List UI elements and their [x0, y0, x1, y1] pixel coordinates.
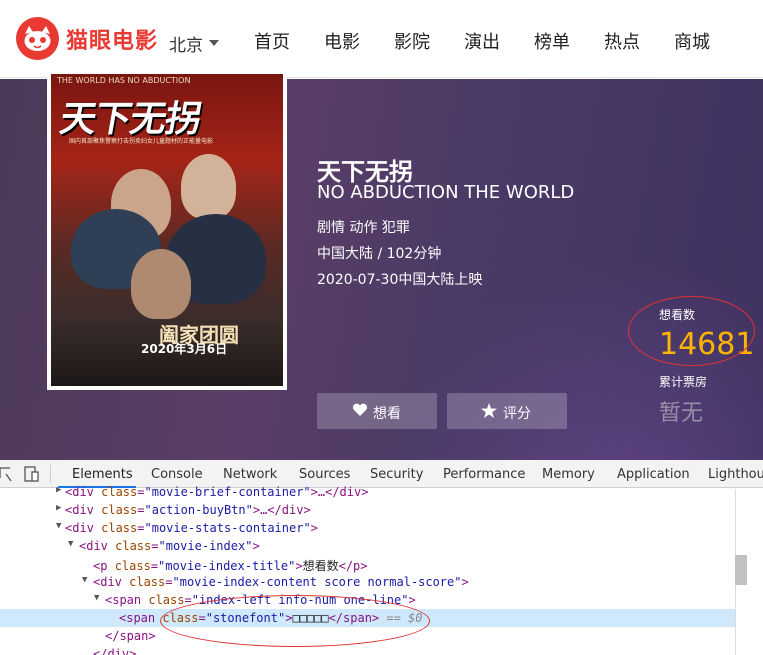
nav-hot[interactable]: 热点 — [604, 28, 640, 54]
poster-figure — [181, 154, 236, 219]
tab-console[interactable]: Console — [151, 467, 203, 482]
rate-button[interactable]: 评分 — [447, 393, 567, 429]
tab-sources[interactable]: Sources — [299, 467, 350, 482]
poster-image: THE WORLD HAS NO ABDUCTION 天下无拐 国内首部聚焦警察… — [51, 74, 283, 386]
want-count-label: 想看数 — [659, 308, 696, 322]
chevron-down-icon[interactable] — [209, 40, 219, 46]
dom-node[interactable]: ▼ <span class="index-left info-num one-l… — [0, 591, 735, 609]
collapse-arrow-icon[interactable]: ▼ — [56, 521, 61, 531]
dom-node[interactable]: </span> — [0, 627, 735, 645]
dom-node[interactable]: ▼ <div class="movie-index"> — [0, 537, 735, 555]
tab-memory[interactable]: Memory — [542, 467, 595, 482]
city-selector[interactable]: 北京 — [169, 31, 203, 56]
poster-date: 2020年3月6日 — [141, 342, 228, 356]
tab-network[interactable]: Network — [223, 467, 277, 482]
tab-lighthouse[interactable]: Lighthouse — [708, 467, 763, 482]
movie-genres: 剧情 动作 犯罪 — [317, 220, 410, 236]
devtools-panel: Elements Console Network Sources Securit… — [0, 460, 763, 655]
want-button[interactable]: 想看 — [317, 393, 437, 429]
poster-title: 天下无拐 — [56, 99, 205, 140]
inspect-icon[interactable] — [0, 466, 12, 482]
site-header: 猫眼电影 北京 首页 电影 影院 演出 榜单 热点 商城 — [0, 0, 763, 78]
dom-node[interactable]: ▼ <div class="movie-index-content score … — [0, 573, 735, 591]
dom-node[interactable]: ▼ <div class="movie-stats-container"> — [0, 519, 735, 537]
nav-rankings[interactable]: 榜单 — [534, 28, 570, 54]
heart-icon — [352, 403, 368, 416]
dom-node[interactable]: ▶ <div class="movie-brief-container">…</… — [0, 483, 735, 501]
poster-subtitle: 国内首部聚焦警察打击拐卖妇女儿童题材的正能量电影 — [69, 138, 214, 145]
want-button-label: 想看 — [373, 406, 401, 422]
divider — [50, 465, 51, 483]
want-count-value: 14681 — [659, 327, 755, 362]
device-toolbar-icon[interactable] — [24, 466, 40, 482]
movie-poster[interactable]: THE WORLD HAS NO ABDUCTION 天下无拐 国内首部聚焦警察… — [47, 70, 287, 390]
tab-elements[interactable]: Elements — [72, 467, 133, 482]
poster-top-text: THE WORLD HAS NO ABDUCTION — [57, 76, 191, 85]
dom-node-selected[interactable]: <span class="stonefont">□□□□□</span> == … — [0, 609, 735, 627]
scrollbar-thumb[interactable] — [735, 555, 747, 585]
collapse-arrow-icon[interactable]: ▼ — [94, 593, 99, 603]
nav-movies[interactable]: 电影 — [324, 28, 360, 54]
tab-security[interactable]: Security — [370, 467, 423, 482]
nav-home[interactable]: 首页 — [254, 28, 290, 54]
nav-shows[interactable]: 演出 — [464, 28, 500, 54]
dom-node[interactable]: ▶ <div class="action-buyBtn">…</div> — [0, 501, 735, 519]
expand-arrow-icon[interactable]: ▶ — [56, 503, 61, 513]
tab-performance[interactable]: Performance — [443, 467, 525, 482]
tab-application[interactable]: Application — [617, 467, 690, 482]
rate-button-label: 评分 — [503, 406, 531, 422]
star-icon — [481, 403, 497, 418]
movie-region-duration: 中国大陆 / 102分钟 — [317, 246, 442, 262]
dom-node[interactable]: </div> — [0, 645, 735, 655]
collapse-arrow-icon[interactable]: ▼ — [68, 539, 73, 549]
nav-mall[interactable]: 商城 — [674, 28, 710, 54]
movie-english-title: NO ABDUCTION THE WORLD — [317, 182, 575, 203]
brand-name[interactable]: 猫眼电影 — [66, 23, 158, 55]
collapse-arrow-icon[interactable]: ▼ — [82, 575, 87, 585]
maoyan-logo-icon[interactable] — [16, 17, 59, 60]
box-office-label: 累计票房 — [659, 375, 708, 389]
poster-figure — [131, 249, 191, 319]
expand-arrow-icon[interactable]: ▶ — [56, 485, 61, 495]
box-office-value: 暂无 — [659, 401, 704, 426]
nav-cinemas[interactable]: 影院 — [394, 28, 430, 54]
dom-node[interactable]: <p class="movie-index-title">想看数</p> — [0, 555, 735, 573]
movie-release-date: 2020-07-30中国大陆上映 — [317, 272, 483, 288]
